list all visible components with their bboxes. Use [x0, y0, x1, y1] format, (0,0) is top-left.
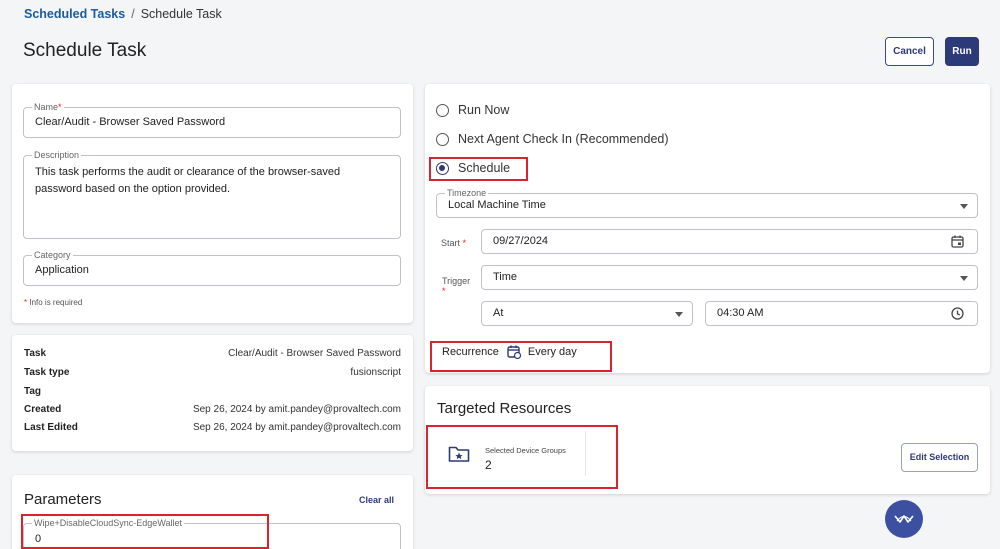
next-agent-checkin-label: Next Agent Check In (Recommended): [458, 132, 669, 146]
edit-selection-button[interactable]: Edit Selection: [901, 443, 978, 472]
timezone-label: Timezone: [445, 187, 489, 199]
trigger-label: Trigger *: [442, 276, 470, 296]
info-value: Clear/Audit - Browser Saved Password: [228, 348, 401, 359]
info-row-task: Task Clear/Audit - Browser Saved Password: [24, 348, 401, 362]
info-row-last-edited: Last Edited Sep 26, 2024 by amit.pandey@p…: [24, 422, 401, 436]
timezone-value: Local Machine Time: [448, 199, 546, 211]
breadcrumb: Scheduled Tasks / Schedule Task: [24, 7, 222, 21]
breadcrumb-current: Schedule Task: [140, 7, 222, 21]
assistant-fab-button[interactable]: [885, 500, 923, 538]
breadcrumb-separator: /: [131, 7, 135, 21]
recurrence-highlight: [430, 341, 612, 372]
cancel-button[interactable]: Cancel: [885, 37, 934, 66]
start-label-text: Start: [441, 238, 461, 248]
at-select[interactable]: At: [481, 301, 693, 326]
start-date-field[interactable]: 09/27/2024: [481, 229, 978, 254]
info-value: Sep 26, 2024 by amit.pandey@provaltech.c…: [192, 422, 401, 433]
required-note-mark: *: [24, 298, 28, 307]
name-value: Clear/Audit - Browser Saved Password: [35, 116, 226, 128]
caret-down-icon: [960, 203, 968, 209]
assistant-fab-icon: [894, 512, 914, 531]
caret-down-icon: [675, 311, 683, 317]
info-key: Task: [24, 348, 47, 359]
targeted-resources-title: Targeted Resources: [437, 400, 572, 417]
time-value: 04:30 AM: [717, 307, 764, 319]
category-label: Category: [32, 249, 73, 261]
required-note: * Info is required: [24, 298, 82, 307]
info-key: Tag: [24, 386, 42, 397]
description-label: Description: [32, 149, 82, 161]
category-field[interactable]: Category Application: [23, 249, 401, 286]
clear-all-button[interactable]: Clear all: [359, 495, 394, 505]
name-field[interactable]: Name* Clear/Audit - Browser Saved Passwo…: [23, 101, 401, 138]
info-key: Task type: [24, 367, 70, 378]
breadcrumb-scheduled-tasks[interactable]: Scheduled Tasks: [24, 7, 125, 21]
parameters-title: Parameters: [24, 491, 102, 508]
run-button[interactable]: Run: [945, 37, 979, 66]
info-row-created: Created Sep 26, 2024 by amit.pandey@prova…: [24, 404, 401, 418]
task-details-card: Name* Clear/Audit - Browser Saved Passwo…: [12, 84, 413, 323]
required-mark: *: [58, 102, 62, 112]
description-field[interactable]: Description This task performs the audit…: [23, 149, 401, 239]
at-value: At: [493, 307, 504, 319]
start-label: Start *: [441, 238, 466, 248]
calendar-icon[interactable]: [951, 235, 964, 253]
name-label-text: Name: [34, 102, 59, 112]
start-required-mark: *: [462, 238, 467, 248]
next-agent-checkin-radio[interactable]: [436, 132, 449, 146]
clock-icon[interactable]: [951, 307, 964, 325]
timezone-select[interactable]: Timezone Local Machine Time: [436, 187, 978, 218]
device-groups-highlight: [426, 425, 618, 489]
info-key: Last Edited: [24, 422, 78, 433]
name-label: Name*: [32, 101, 64, 113]
category-value: Application: [35, 264, 89, 276]
parameter-highlight: [21, 514, 269, 549]
required-note-text: Info is required: [29, 298, 83, 307]
run-now-option[interactable]: Run Now: [436, 103, 509, 117]
trigger-label-text: Trigger: [442, 276, 471, 286]
info-key: Created: [24, 404, 62, 415]
trigger-required-mark: *: [442, 286, 446, 296]
trigger-select[interactable]: Time: [481, 265, 978, 290]
page-title: Schedule Task: [23, 40, 147, 61]
run-now-radio[interactable]: [436, 103, 449, 117]
next-agent-checkin-option[interactable]: Next Agent Check In (Recommended): [436, 132, 669, 146]
info-value: Sep 26, 2024 by amit.pandey@provaltech.c…: [192, 404, 401, 415]
info-row-tag: Tag: [24, 386, 401, 400]
description-value: This task performs the audit or clearanc…: [35, 166, 341, 195]
task-info-card: Task Clear/Audit - Browser Saved Password…: [12, 335, 413, 451]
time-field[interactable]: 04:30 AM: [705, 301, 978, 326]
info-value: fusionscript: [350, 367, 401, 378]
info-row-task-type: Task type fusionscript: [24, 367, 401, 381]
trigger-value: Time: [493, 271, 518, 283]
caret-down-icon: [960, 275, 968, 281]
start-date-value: 09/27/2024: [493, 235, 549, 247]
schedule-highlight: [429, 157, 528, 181]
run-now-label: Run Now: [458, 103, 510, 117]
